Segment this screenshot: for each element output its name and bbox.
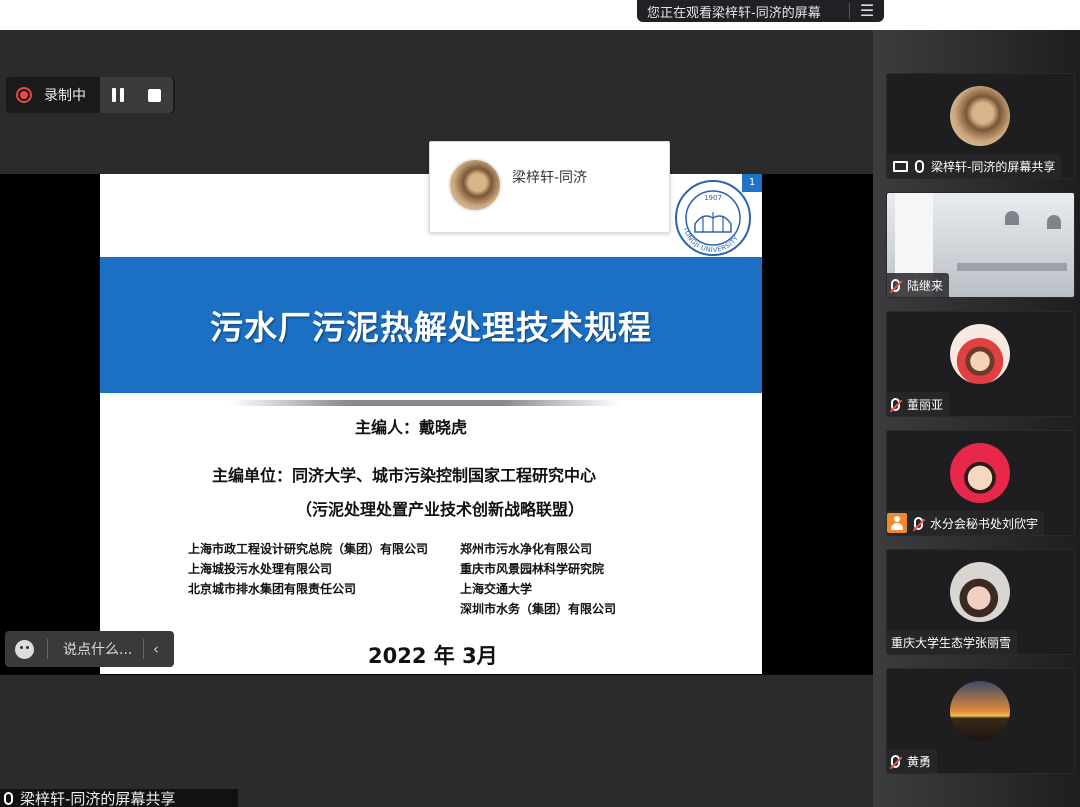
stop-icon[interactable] xyxy=(148,88,161,102)
participant-tile[interactable]: 重庆大学生态学张丽雪 xyxy=(886,549,1075,655)
bottom-share-label-text: 梁梓轩-同济的屏幕共享 xyxy=(20,789,176,807)
participant-label: 陆继来 xyxy=(887,273,950,297)
org-right: 郑州市污水净化有限公司 xyxy=(460,542,593,556)
avatar xyxy=(950,562,1010,622)
menu-icon[interactable]: ☰ xyxy=(850,0,884,22)
participant-name: 陆继来 xyxy=(907,278,944,293)
org-right: 上海交通大学 xyxy=(460,582,533,596)
svg-text:1907: 1907 xyxy=(704,194,722,202)
shared-slide: 1 1907 TONGJI UNIVERSITY 污水厂污泥热解处理技术规程 主… xyxy=(100,174,762,674)
avatar xyxy=(950,86,1010,146)
participant-name: 重庆大学生态学张丽雪 xyxy=(891,635,1012,650)
participant-tile[interactable]: 梁梓轩-同济的屏幕共享 xyxy=(886,73,1075,179)
title-divider xyxy=(230,400,620,406)
presenter-name: 梁梓轩-同济 xyxy=(512,170,588,186)
org-left: 上海市政工程设计研究总院（集团）有限公司 xyxy=(188,542,429,556)
mic-icon xyxy=(915,159,924,173)
top-bar xyxy=(0,0,1080,30)
slide-date: 2022 年 3月 xyxy=(368,644,498,668)
screen-share-icon xyxy=(893,160,908,172)
slide-title-band: 污水厂污泥热解处理技术规程 xyxy=(100,257,762,393)
participant-tile[interactable]: 陆继来 xyxy=(886,192,1075,298)
presenter-popup: 梁梓轩-同济 xyxy=(429,141,670,233)
participant-tile[interactable]: 水分会秘书处刘欣宇 xyxy=(886,430,1075,536)
participant-label: 董丽亚 xyxy=(887,392,950,416)
participant-name: 水分会秘书处刘欣宇 xyxy=(930,516,1039,531)
recording-controls xyxy=(100,77,173,113)
chat-input[interactable]: 说点什么... xyxy=(63,639,133,659)
divider xyxy=(143,639,144,659)
participant-name: 董丽亚 xyxy=(907,397,944,412)
recording-label: 录制中 xyxy=(44,88,86,104)
viewing-banner: 您正在观看梁梓轩-同济的屏幕 ☰ xyxy=(637,0,884,22)
chevron-left-icon[interactable]: ‹ xyxy=(153,640,159,658)
participant-name: 梁梓轩-同济的屏幕共享 xyxy=(931,159,1056,174)
slide-alliance: （污泥处理处置产业技术创新战略联盟） xyxy=(296,500,585,519)
participant-tile[interactable]: 黄勇 xyxy=(886,668,1075,774)
mic-muted-icon xyxy=(891,754,900,768)
person-icon xyxy=(887,513,907,533)
avatar xyxy=(950,681,1010,741)
viewing-banner-text: 您正在观看梁梓轩-同济的屏幕 xyxy=(647,5,821,21)
participant-tile[interactable]: 董丽亚 xyxy=(886,311,1075,417)
mic-muted-icon xyxy=(891,397,900,411)
participant-name: 黄勇 xyxy=(907,754,932,769)
bottom-share-label: 梁梓轩-同济的屏幕共享 xyxy=(0,789,238,807)
mic-muted-icon xyxy=(914,516,923,530)
divider xyxy=(47,639,48,659)
avatar xyxy=(448,158,502,212)
chat-bar[interactable]: 说点什么... ‹ xyxy=(5,631,174,667)
slide-title: 污水厂污泥热解处理技术规程 xyxy=(210,308,652,347)
org-right: 重庆市风景园林科学研究院 xyxy=(460,562,605,576)
slide-editor: 主编人：戴晓虎 xyxy=(355,418,468,437)
org-left: 北京城市排水集团有限责任公司 xyxy=(188,582,357,596)
participant-label: 梁梓轩-同济的屏幕共享 xyxy=(887,154,1062,178)
participant-label: 水分会秘书处刘欣宇 xyxy=(887,511,1045,535)
emoji-icon[interactable] xyxy=(15,639,34,659)
recording-bar: 录制中 xyxy=(6,77,175,113)
mic-icon xyxy=(4,791,13,805)
slide-unit: 主编单位：同济大学、城市污染控制国家工程研究中心 xyxy=(212,466,597,485)
avatar xyxy=(950,324,1010,384)
mic-muted-icon xyxy=(891,278,900,292)
tongji-university-logo: 1907 TONGJI UNIVERSITY xyxy=(675,180,751,256)
avatar xyxy=(950,443,1010,503)
org-right: 深圳市水务（集团）有限公司 xyxy=(460,602,617,616)
participant-label: 重庆大学生态学张丽雪 xyxy=(887,630,1018,654)
pause-icon[interactable] xyxy=(112,88,124,102)
org-left: 上海城投污水处理有限公司 xyxy=(188,562,333,576)
participant-label: 黄勇 xyxy=(887,749,938,773)
record-indicator-icon xyxy=(16,87,32,103)
